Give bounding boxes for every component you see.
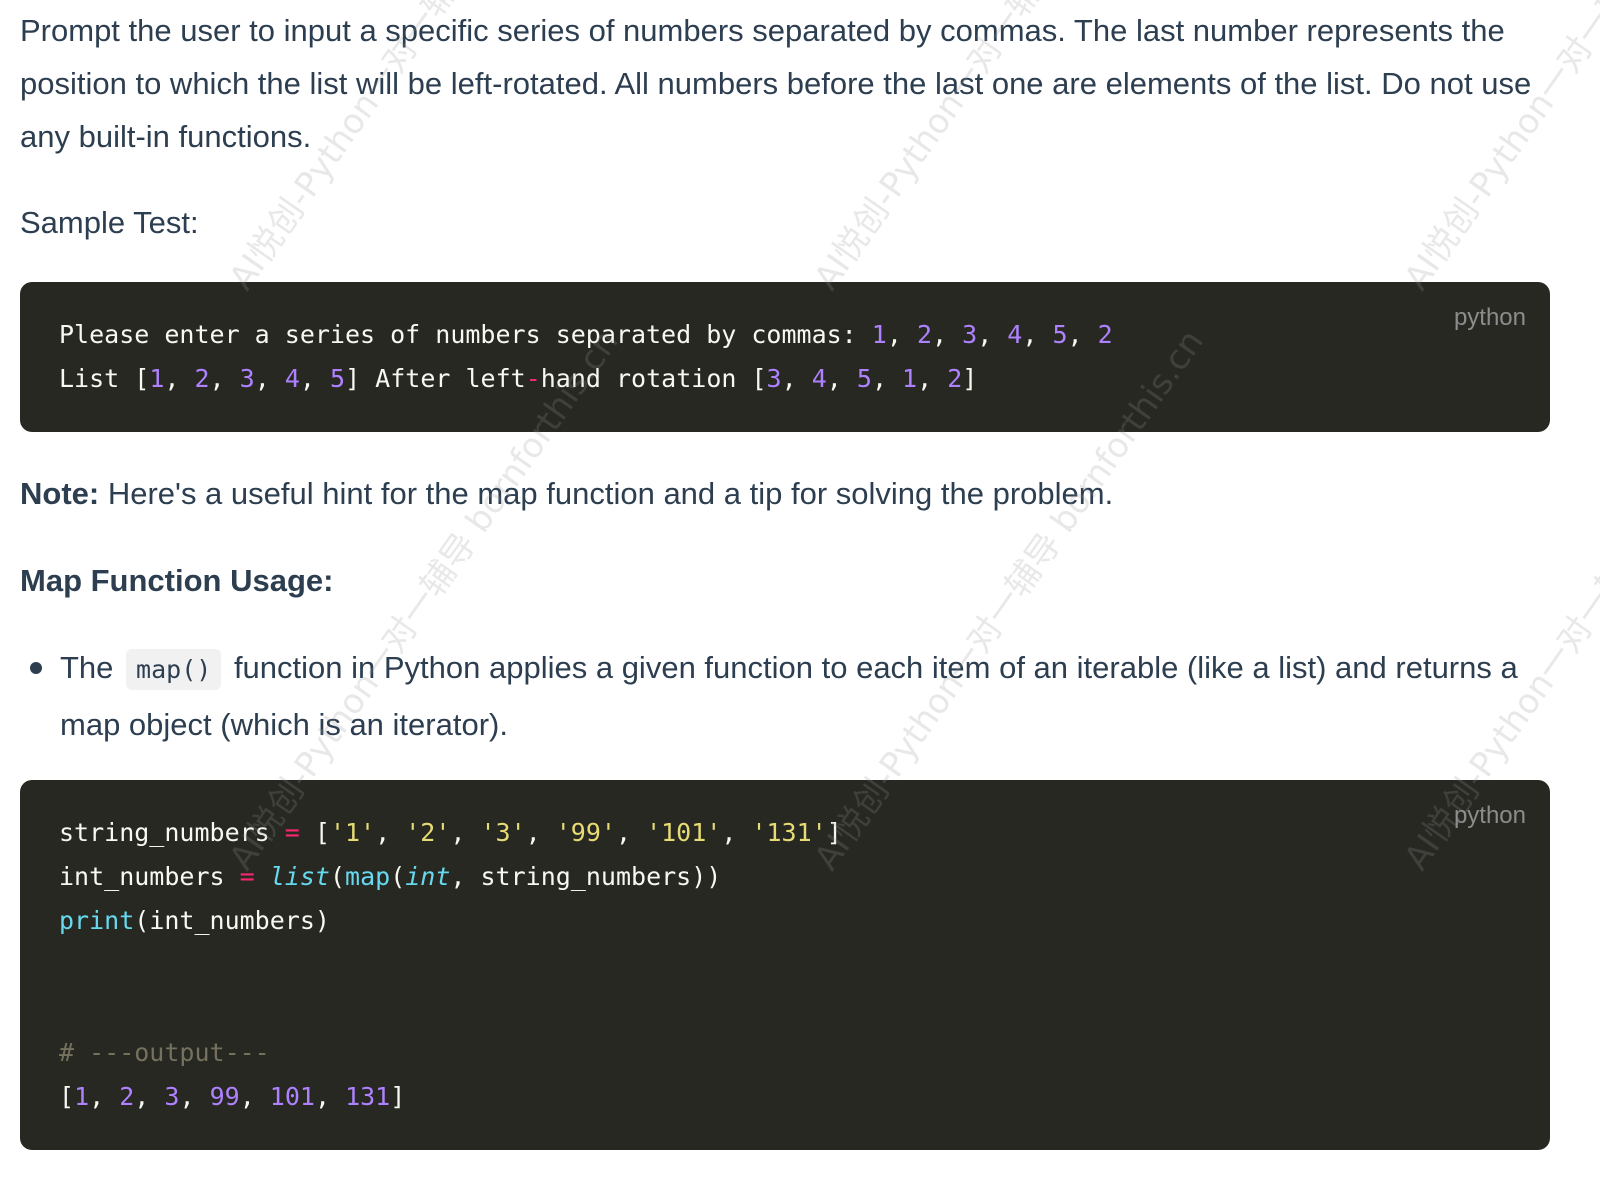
code-token: ,: [1022, 320, 1053, 349]
code-token: [: [299, 818, 330, 847]
code-token: 131: [345, 1082, 391, 1111]
code-map-example[interactable]: string_numbers = ['1', '2', '3', '99', '…: [59, 811, 842, 1119]
code-token: string_numbers: [59, 818, 285, 847]
code-token: ] After left: [345, 364, 526, 393]
sample-test-label: Sample Test:: [20, 205, 199, 240]
code-token: ,: [871, 364, 903, 393]
code-token: ]: [826, 818, 842, 847]
code-token: ,: [525, 818, 556, 847]
code-token: List [: [59, 364, 150, 393]
code-token: 3: [766, 364, 782, 393]
code-token: 99: [209, 1082, 240, 1111]
code-token: (int_numbers): [134, 906, 330, 935]
code-token: 2: [194, 364, 210, 393]
code-token: print: [59, 906, 135, 935]
code-token: 1: [74, 1082, 90, 1111]
code-token: ,: [917, 364, 948, 393]
code-token: 2: [119, 1082, 135, 1111]
code-token: =: [284, 818, 300, 847]
code-sample-test[interactable]: Please enter a series of numbers separat…: [59, 313, 1113, 401]
code-token: 5: [1052, 320, 1068, 349]
code-token: ,: [721, 818, 752, 847]
code-token: ,: [164, 364, 195, 393]
code-token: ,: [375, 818, 406, 847]
code-token: ,: [1067, 320, 1098, 349]
code-token: ,: [826, 364, 857, 393]
code-token: '101': [646, 818, 722, 847]
code-token: 2: [916, 320, 933, 349]
code-token: 4: [1007, 320, 1023, 349]
code-token: ,: [314, 1082, 346, 1111]
code-language-label: python: [1453, 802, 1526, 829]
code-token: # ---output---: [59, 1038, 270, 1067]
code-token: ,: [134, 1082, 165, 1111]
code-token: (: [329, 862, 346, 891]
code-token: hand rotation [: [540, 364, 767, 393]
code-token: ]: [962, 364, 978, 393]
code-token: [: [59, 1082, 75, 1111]
code-token: ,: [450, 818, 481, 847]
code-token: '131': [751, 818, 827, 847]
code-token: list: [269, 862, 330, 891]
code-token: ,: [886, 320, 917, 349]
code-token: ,: [615, 818, 647, 847]
code-token: '3': [480, 818, 526, 847]
list-item: The map() function in Python applies a g…: [20, 640, 1550, 752]
code-token: ,: [209, 364, 240, 393]
code-token: =: [239, 862, 255, 891]
intro-paragraph: Prompt the user to input a specific seri…: [20, 13, 1532, 154]
code-token: (: [390, 862, 406, 891]
code-token: 3: [962, 320, 978, 349]
map-function-heading: Map Function Usage:: [20, 563, 334, 598]
code-language-label: python: [1453, 304, 1526, 331]
bullet-text-after: function in Python applies a given funct…: [60, 650, 1518, 742]
code-token: 3: [239, 364, 255, 393]
code-token: 4: [284, 364, 300, 393]
code-token: ,: [932, 320, 963, 349]
note-paragraph: Note: Here's a useful hint for the map f…: [20, 467, 1113, 520]
code-token: '2': [405, 818, 451, 847]
code-token: Please enter a series of numbers separat…: [59, 320, 872, 349]
code-token: 1: [149, 364, 165, 393]
code-token: '1': [329, 818, 376, 847]
code-token: 2: [1097, 320, 1113, 349]
code-token: -: [525, 364, 541, 393]
bullet-dot-icon: [30, 662, 42, 674]
code-token: int_numbers: [59, 862, 240, 891]
code-token: ,: [89, 1082, 120, 1111]
bullet-list: The map() function in Python applies a g…: [20, 640, 1550, 752]
code-token: , string_numbers)): [450, 862, 722, 891]
code-token: 5: [330, 364, 346, 393]
code-token: 1: [871, 320, 887, 349]
code-token: 101: [269, 1082, 315, 1111]
code-block-map-example[interactable]: python string_numbers = ['1', '2', '3', …: [20, 780, 1550, 1150]
code-token: ]: [390, 1082, 406, 1111]
note-label: Note:: [20, 476, 100, 511]
code-token: ,: [179, 1082, 210, 1111]
code-token: 1: [902, 364, 918, 393]
code-token: ,: [299, 364, 330, 393]
code-token: ,: [781, 364, 812, 393]
code-token: ,: [239, 1082, 270, 1111]
code-token: 5: [856, 364, 872, 393]
code-token: ,: [254, 364, 285, 393]
code-token: 4: [811, 364, 827, 393]
note-text: Here's a useful hint for the map functio…: [99, 476, 1114, 511]
code-token: ,: [977, 320, 1008, 349]
code-token: int: [405, 862, 451, 891]
code-token: 2: [947, 364, 963, 393]
code-token: 3: [164, 1082, 180, 1111]
code-token: '99': [555, 818, 616, 847]
inline-code-map: map(): [126, 649, 222, 690]
code-block-sample-test[interactable]: python Please enter a series of numbers …: [20, 282, 1550, 432]
bullet-text-before: The: [60, 650, 114, 685]
code-token: map: [345, 862, 391, 891]
